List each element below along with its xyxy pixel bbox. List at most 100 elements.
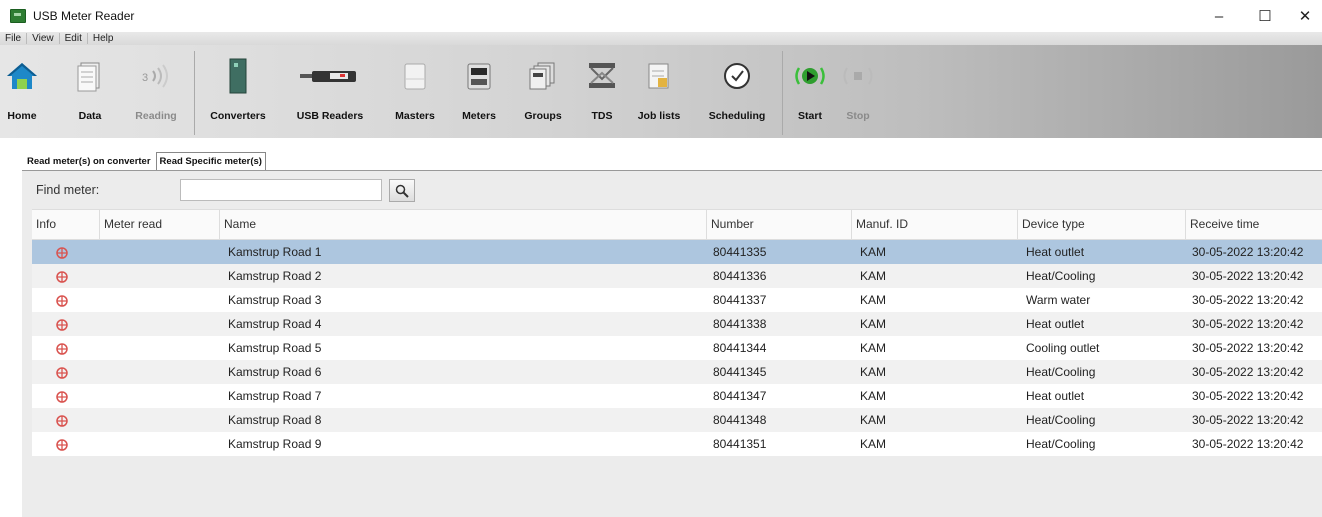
tds-button[interactable]: TDS [584,50,620,134]
cell-meter-read [100,360,220,384]
groups-icon [525,56,561,96]
cell-meter-read [100,384,220,408]
cell-device-type: Heat/Cooling [1026,365,1096,379]
stop-button[interactable]: Stop [840,50,876,134]
table-row[interactable]: Kamstrup Road 7 80441347 KAM Heat outlet 30-… [32,384,1322,408]
cell-receive-time: 30-05-2022 13:20:42 [1192,341,1304,355]
cell-name: Kamstrup Road 2 [228,269,322,283]
table-row[interactable]: Kamstrup Road 1 80441335 KAM Heat outlet 30-… [32,240,1322,264]
cell-device-type: Heat outlet [1026,317,1085,331]
col-device-type[interactable]: Device type [1018,210,1186,239]
meter-grid: Info Meter read Name Number Manuf. ID De… [32,209,1322,456]
reading-icon: 3 [138,56,174,96]
home-button[interactable]: Home [0,50,44,134]
cell-name: Kamstrup Road 1 [228,245,322,259]
main-panel: Find meter: Info Meter read Name Number … [22,170,1322,517]
cell-name: Kamstrup Road 9 [228,437,322,451]
menu-file[interactable]: File [0,33,28,44]
table-row[interactable]: Kamstrup Road 4 80441338 KAM Heat outlet 30-… [32,312,1322,336]
converter-icon [220,56,256,96]
search-button[interactable] [389,179,415,202]
cell-receive-time: 30-05-2022 13:20:42 [1192,317,1304,331]
meters-button[interactable]: Meters [456,50,502,134]
table-row[interactable]: Kamstrup Road 6 80441345 KAM Heat/Cooling 30… [32,360,1322,384]
info-icon [56,367,68,379]
meter-icon [461,56,497,96]
cell-device-type: Heat outlet [1026,389,1085,403]
cell-info [32,288,100,312]
close-button[interactable]: ✕ [1288,0,1322,32]
usb-readers-button[interactable]: USB Readers [290,50,370,134]
start-button[interactable]: Start [790,50,830,134]
menu-help[interactable]: Help [88,33,119,44]
cell-info [32,432,100,456]
job-list-icon [641,56,677,96]
cell-info [32,240,100,264]
cell-number: 80441345 [713,365,767,379]
tab-bar: Read meter(s) on converter Read Specific… [24,148,266,170]
tab-read-specific[interactable]: Read Specific meter(s) [155,152,266,170]
info-icon [56,391,68,403]
cell-device-type: Heat outlet [1026,245,1085,259]
cell-receive-time: 30-05-2022 13:20:42 [1192,269,1304,283]
cell-meter-read [100,336,220,360]
search-icon [395,184,409,198]
converters-button[interactable]: Converters [205,50,271,134]
data-button[interactable]: Data [77,50,102,134]
masters-icon [397,56,433,96]
table-row[interactable]: Kamstrup Road 9 80441351 KAM Heat/Cooling 30… [32,432,1322,456]
table-row[interactable]: Kamstrup Road 2 80441336 KAM Heat/Cooling 30… [32,264,1322,288]
cell-meter-read [100,264,220,288]
svg-text:3: 3 [142,72,148,84]
cell-number: 80441338 [713,317,767,331]
col-info[interactable]: Info [32,210,100,239]
menu-bar: File View Edit Help [0,32,1322,45]
groups-button[interactable]: Groups [520,50,566,134]
cell-meter-read [100,408,220,432]
minimize-button[interactable]: – [1196,0,1242,32]
cell-number: 80441336 [713,269,767,283]
info-icon [56,415,68,427]
find-meter-input[interactable] [180,179,382,201]
cell-info [32,408,100,432]
masters-button[interactable]: Masters [390,50,440,134]
info-icon [56,271,68,283]
col-receive-time[interactable]: Receive time [1186,210,1322,239]
cell-name: Kamstrup Road 6 [228,365,322,379]
scheduling-button[interactable]: Scheduling [704,50,770,134]
grid-body: Kamstrup Road 1 80441335 KAM Heat outlet 30-… [32,240,1322,456]
cell-name: Kamstrup Road 4 [228,317,322,331]
home-icon [4,56,40,96]
job-lists-button[interactable]: Job lists [632,50,686,134]
data-icon [72,56,108,96]
clock-icon [719,56,755,96]
cell-receive-time: 30-05-2022 13:20:42 [1192,413,1304,427]
table-row[interactable]: Kamstrup Road 5 80441344 KAM Cooling outlet… [32,336,1322,360]
tab-read-on-converter[interactable]: Read meter(s) on converter [24,153,154,170]
menu-edit[interactable]: Edit [60,33,88,44]
maximize-button[interactable]: ☐ [1242,0,1288,32]
window-title: USB Meter Reader [33,9,135,23]
cell-info [32,312,100,336]
cell-device-type: Heat/Cooling [1026,269,1096,283]
col-meter-read[interactable]: Meter read [100,210,220,239]
col-name[interactable]: Name [220,210,707,239]
cell-name: Kamstrup Road 7 [228,389,322,403]
cell-device-type: Warm water [1026,293,1091,307]
cell-manuf-id: KAM [860,389,887,403]
cell-manuf-id: KAM [860,341,887,355]
cell-manuf-id: KAM [860,365,887,379]
col-number[interactable]: Number [707,210,852,239]
cell-name: Kamstrup Road 8 [228,413,322,427]
reading-button[interactable]: 3 Reading [130,50,182,134]
toolbar-separator [194,51,195,135]
cell-number: 80441347 [713,389,767,403]
info-icon [56,247,68,259]
table-row[interactable]: Kamstrup Road 3 80441337 KAM Warm water 30-0… [32,288,1322,312]
col-manuf-id[interactable]: Manuf. ID [852,210,1018,239]
title-bar: USB Meter Reader – ☐ ✕ [0,0,1322,32]
cell-manuf-id: KAM [860,245,887,259]
table-row[interactable]: Kamstrup Road 8 80441348 KAM Heat/Cooling 30… [32,408,1322,432]
cell-info [32,336,100,360]
menu-view[interactable]: View [27,33,60,44]
